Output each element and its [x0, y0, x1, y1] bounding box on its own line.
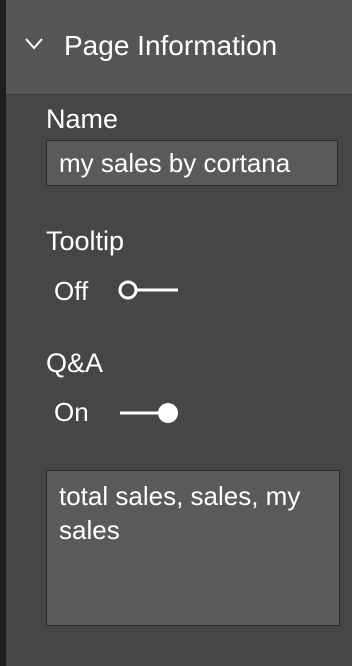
qa-state-text: On [54, 397, 89, 427]
tooltip-label: Tooltip [46, 226, 125, 256]
page-margin [352, 0, 362, 666]
tooltip-toggle[interactable] [118, 278, 180, 302]
tooltip-state-text: Off [54, 276, 89, 306]
page-information-section-header[interactable]: Page Information [6, 0, 352, 95]
page-name-input[interactable] [46, 140, 338, 186]
chevron-down-icon[interactable] [25, 38, 43, 50]
qa-label: Q&A [46, 348, 104, 378]
qa-toggle[interactable] [118, 401, 180, 425]
qa-terms-textarea[interactable]: total sales, sales, my sales [46, 470, 340, 626]
page-information-panel: Page Information Name Tooltip Off Q&A On… [0, 0, 352, 666]
section-title: Page Information [64, 30, 278, 61]
name-label: Name [46, 104, 119, 134]
